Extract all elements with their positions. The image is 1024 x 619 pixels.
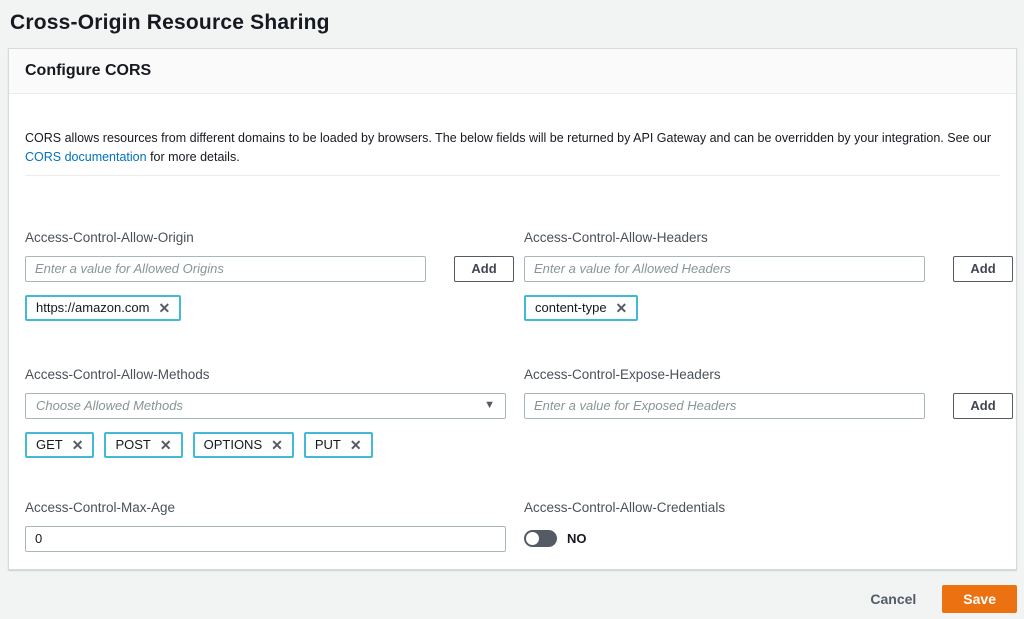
tag-method-options: OPTIONS ✕: [193, 432, 294, 458]
description-text-after: for more details.: [147, 150, 240, 164]
allow-headers-tags: content-type ✕: [524, 295, 1013, 321]
chevron-down-icon: ▼: [484, 400, 495, 411]
panel-body: CORS allows resources from different dom…: [9, 129, 1016, 552]
allow-headers-label: Access-Control-Allow-Headers: [524, 230, 1013, 245]
tag-label: content-type: [535, 300, 607, 315]
page-title: Cross-Origin Resource Sharing: [0, 0, 1024, 35]
allow-headers-input[interactable]: [524, 256, 925, 282]
tag-label: PUT: [315, 437, 341, 452]
remove-tag-x-icon[interactable]: ✕: [72, 438, 84, 452]
remove-tag-x-icon[interactable]: ✕: [350, 438, 362, 452]
expose-headers-input[interactable]: [524, 393, 925, 419]
allow-origin-field: Access-Control-Allow-Origin Add https://…: [25, 230, 514, 321]
remove-tag-x-icon[interactable]: ✕: [160, 438, 172, 452]
allow-credentials-field: Access-Control-Allow-Credentials NO: [524, 500, 1013, 552]
form-row-3: Access-Control-Max-Age Access-Control-Al…: [25, 500, 1000, 552]
expose-headers-label: Access-Control-Expose-Headers: [524, 367, 1013, 382]
expose-headers-field: Access-Control-Expose-Headers Add: [524, 367, 1013, 458]
allow-methods-field: Access-Control-Allow-Methods Choose Allo…: [25, 367, 514, 458]
tag-label: GET: [36, 437, 63, 452]
tag-method-post: POST ✕: [104, 432, 182, 458]
allow-origin-label: Access-Control-Allow-Origin: [25, 230, 514, 245]
cors-documentation-link[interactable]: CORS documentation: [25, 150, 147, 164]
save-button[interactable]: Save: [942, 585, 1017, 613]
allow-credentials-toggle[interactable]: [524, 530, 557, 547]
cancel-button[interactable]: Cancel: [870, 591, 916, 607]
tag-method-put: PUT ✕: [304, 432, 373, 458]
description-text-before: CORS allows resources from different dom…: [25, 131, 991, 145]
allow-methods-select[interactable]: Choose Allowed Methods ▼: [25, 393, 506, 419]
panel-header: Configure CORS: [9, 49, 1016, 94]
allow-origin-add-button[interactable]: Add: [454, 256, 514, 282]
remove-tag-x-icon[interactable]: ✕: [271, 438, 283, 452]
tag-label: POST: [115, 437, 150, 452]
tag-allow-header: content-type ✕: [524, 295, 638, 321]
allow-credentials-state: NO: [567, 531, 587, 546]
allow-methods-select-placeholder: Choose Allowed Methods: [36, 398, 183, 413]
max-age-label: Access-Control-Max-Age: [25, 500, 514, 515]
max-age-field: Access-Control-Max-Age: [25, 500, 514, 552]
allow-origin-tags: https://amazon.com ✕: [25, 295, 514, 321]
configure-cors-panel: Configure CORS CORS allows resources fro…: [8, 48, 1017, 570]
expose-headers-add-button[interactable]: Add: [953, 393, 1013, 419]
tag-method-get: GET ✕: [25, 432, 94, 458]
form-row-1: Access-Control-Allow-Origin Add https://…: [25, 230, 1000, 321]
toggle-knob: [526, 532, 539, 545]
allow-credentials-control: NO: [524, 526, 1013, 552]
allow-credentials-label: Access-Control-Allow-Credentials: [524, 500, 1013, 515]
allow-methods-tags: GET ✕ POST ✕ OPTIONS ✕ PUT ✕: [25, 432, 514, 458]
allow-headers-field: Access-Control-Allow-Headers Add content…: [524, 230, 1013, 321]
cors-description: CORS allows resources from different dom…: [25, 129, 1000, 168]
tag-allow-origin: https://amazon.com ✕: [25, 295, 181, 321]
section-divider: [25, 175, 1000, 176]
allow-headers-add-button[interactable]: Add: [953, 256, 1013, 282]
form-row-2: Access-Control-Allow-Methods Choose Allo…: [25, 367, 1000, 458]
action-footer: Cancel Save: [870, 585, 1017, 613]
tag-label: https://amazon.com: [36, 300, 149, 315]
max-age-input[interactable]: [25, 526, 506, 552]
tag-label: OPTIONS: [204, 437, 263, 452]
remove-tag-x-icon[interactable]: ✕: [616, 301, 628, 315]
allow-methods-label: Access-Control-Allow-Methods: [25, 367, 514, 382]
remove-tag-x-icon[interactable]: ✕: [158, 301, 170, 315]
allow-origin-input[interactable]: [25, 256, 426, 282]
